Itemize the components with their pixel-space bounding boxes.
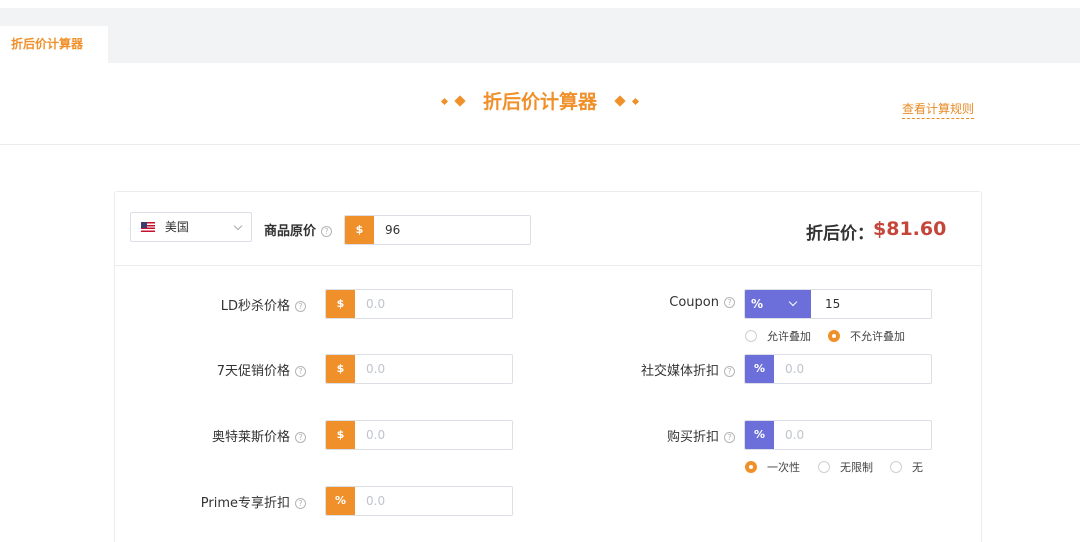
tab-strip: 折后价计算器 bbox=[0, 8, 1080, 63]
us-flag-icon bbox=[141, 222, 155, 232]
radio-label: 不允许叠加 bbox=[850, 330, 905, 343]
result-value: $81.60 bbox=[873, 218, 947, 240]
ld-deal-input[interactable]: $ 0.0 bbox=[325, 289, 513, 319]
radio-dot-icon bbox=[890, 461, 902, 473]
radio-allow-stacking[interactable]: 允许叠加 bbox=[745, 328, 811, 344]
help-icon[interactable]: ? bbox=[295, 301, 306, 312]
social-discount-input[interactable]: % 0.0 bbox=[744, 354, 932, 384]
purchase-discount-input[interactable]: % 0.0 bbox=[744, 420, 932, 450]
help-icon[interactable]: ? bbox=[724, 297, 735, 308]
radio-unlimited[interactable]: 无限制 bbox=[818, 459, 873, 475]
help-icon[interactable]: ? bbox=[295, 498, 306, 509]
country-select[interactable]: 美国 bbox=[130, 212, 252, 242]
seven-day-promo-input[interactable]: $ 0.0 bbox=[325, 354, 513, 384]
social-discount-label-text: 社交媒体折扣 bbox=[640, 364, 719, 379]
coupon-value: 15 bbox=[825, 297, 841, 311]
dollar-prefix: $ bbox=[326, 421, 355, 449]
outlet-price-label-text: 奥特莱斯价格 bbox=[211, 430, 290, 445]
help-icon[interactable]: ? bbox=[724, 366, 735, 377]
outlet-price-placeholder: 0.0 bbox=[366, 428, 386, 442]
card-top-row: 美国 商品原价? $ 96 折后价： $81.60 bbox=[115, 192, 981, 266]
diamond-decoration-icon bbox=[440, 94, 466, 107]
view-rules-link[interactable]: 查看计算规则 bbox=[902, 100, 975, 119]
radio-dot-icon bbox=[745, 461, 757, 473]
original-price-label: 商品原价? bbox=[264, 220, 333, 239]
radio-label: 一次性 bbox=[767, 461, 800, 474]
seven-day-promo-label: 7天促销价格? bbox=[217, 360, 306, 379]
purchase-discount-placeholder: 0.0 bbox=[785, 428, 805, 442]
ld-deal-placeholder: 0.0 bbox=[366, 297, 386, 311]
help-icon[interactable]: ? bbox=[321, 226, 333, 237]
coupon-label-text: Coupon bbox=[669, 295, 719, 310]
radio-label: 允许叠加 bbox=[767, 330, 811, 343]
social-discount-label: 社交媒体折扣? bbox=[641, 360, 735, 379]
dollar-prefix: $ bbox=[326, 355, 355, 383]
prime-discount-label: Prime专享折扣? bbox=[201, 492, 306, 511]
result-label: 折后价： bbox=[806, 224, 874, 244]
radio-label: 无 bbox=[912, 461, 923, 474]
purchase-discount-label: 购买折扣? bbox=[667, 426, 735, 445]
social-discount-placeholder: 0.0 bbox=[785, 362, 805, 376]
outlet-price-input[interactable]: $ 0.0 bbox=[325, 420, 513, 450]
outlet-price-label: 奥特莱斯价格? bbox=[212, 426, 306, 445]
page: 折后价计算器 折后价计算器 查看计算规则 美国 商品原价? $ 96 折后价： bbox=[0, 0, 1080, 542]
coupon-type-value: % bbox=[751, 297, 764, 311]
percent-prefix: % bbox=[745, 355, 774, 383]
original-price-value: 96 bbox=[385, 223, 401, 237]
page-header: 折后价计算器 查看计算规则 bbox=[0, 63, 1080, 145]
seven-day-promo-placeholder: 0.0 bbox=[366, 362, 386, 376]
radio-dot-icon bbox=[818, 461, 830, 473]
radio-label: 无限制 bbox=[840, 461, 873, 474]
percent-prefix: % bbox=[326, 487, 355, 515]
country-label: 美国 bbox=[164, 220, 189, 234]
page-title: 折后价计算器 bbox=[482, 91, 597, 113]
ld-deal-label-text: LD秒杀价格 bbox=[220, 299, 290, 314]
help-icon[interactable]: ? bbox=[295, 432, 306, 443]
coupon-type-select[interactable]: % bbox=[745, 290, 811, 318]
seven-day-promo-label-text: 7天促销价格 bbox=[216, 364, 290, 379]
help-icon[interactable]: ? bbox=[724, 432, 735, 443]
radio-dot-icon bbox=[828, 330, 840, 342]
calculator-card: 美国 商品原价? $ 96 折后价： $81.60 LD秒杀价格? $ 0.0 … bbox=[114, 191, 982, 542]
radio-one-time[interactable]: 一次性 bbox=[745, 459, 800, 475]
original-price-label-text: 商品原价 bbox=[264, 224, 317, 239]
diamond-decoration-icon bbox=[614, 94, 640, 107]
dollar-prefix: $ bbox=[345, 216, 374, 244]
coupon-label: Coupon? bbox=[669, 295, 735, 310]
original-price-input[interactable]: $ 96 bbox=[344, 215, 531, 245]
chevron-down-icon bbox=[233, 221, 243, 231]
radio-none[interactable]: 无 bbox=[890, 459, 923, 475]
coupon-input[interactable]: % 15 bbox=[744, 289, 932, 319]
ld-deal-label: LD秒杀价格? bbox=[221, 295, 306, 314]
prime-discount-label-text: Prime专享折扣 bbox=[200, 496, 290, 511]
tab-discount-calculator[interactable]: 折后价计算器 bbox=[0, 26, 108, 63]
radio-no-stacking[interactable]: 不允许叠加 bbox=[828, 328, 905, 344]
purchase-discount-label-text: 购买折扣 bbox=[666, 430, 719, 445]
dollar-prefix: $ bbox=[326, 290, 355, 318]
chevron-down-icon bbox=[788, 297, 798, 307]
prime-discount-input[interactable]: % 0.0 bbox=[325, 486, 513, 516]
radio-dot-icon bbox=[745, 330, 757, 342]
help-icon[interactable]: ? bbox=[295, 366, 306, 377]
prime-discount-placeholder: 0.0 bbox=[366, 494, 386, 508]
percent-prefix: % bbox=[745, 421, 774, 449]
